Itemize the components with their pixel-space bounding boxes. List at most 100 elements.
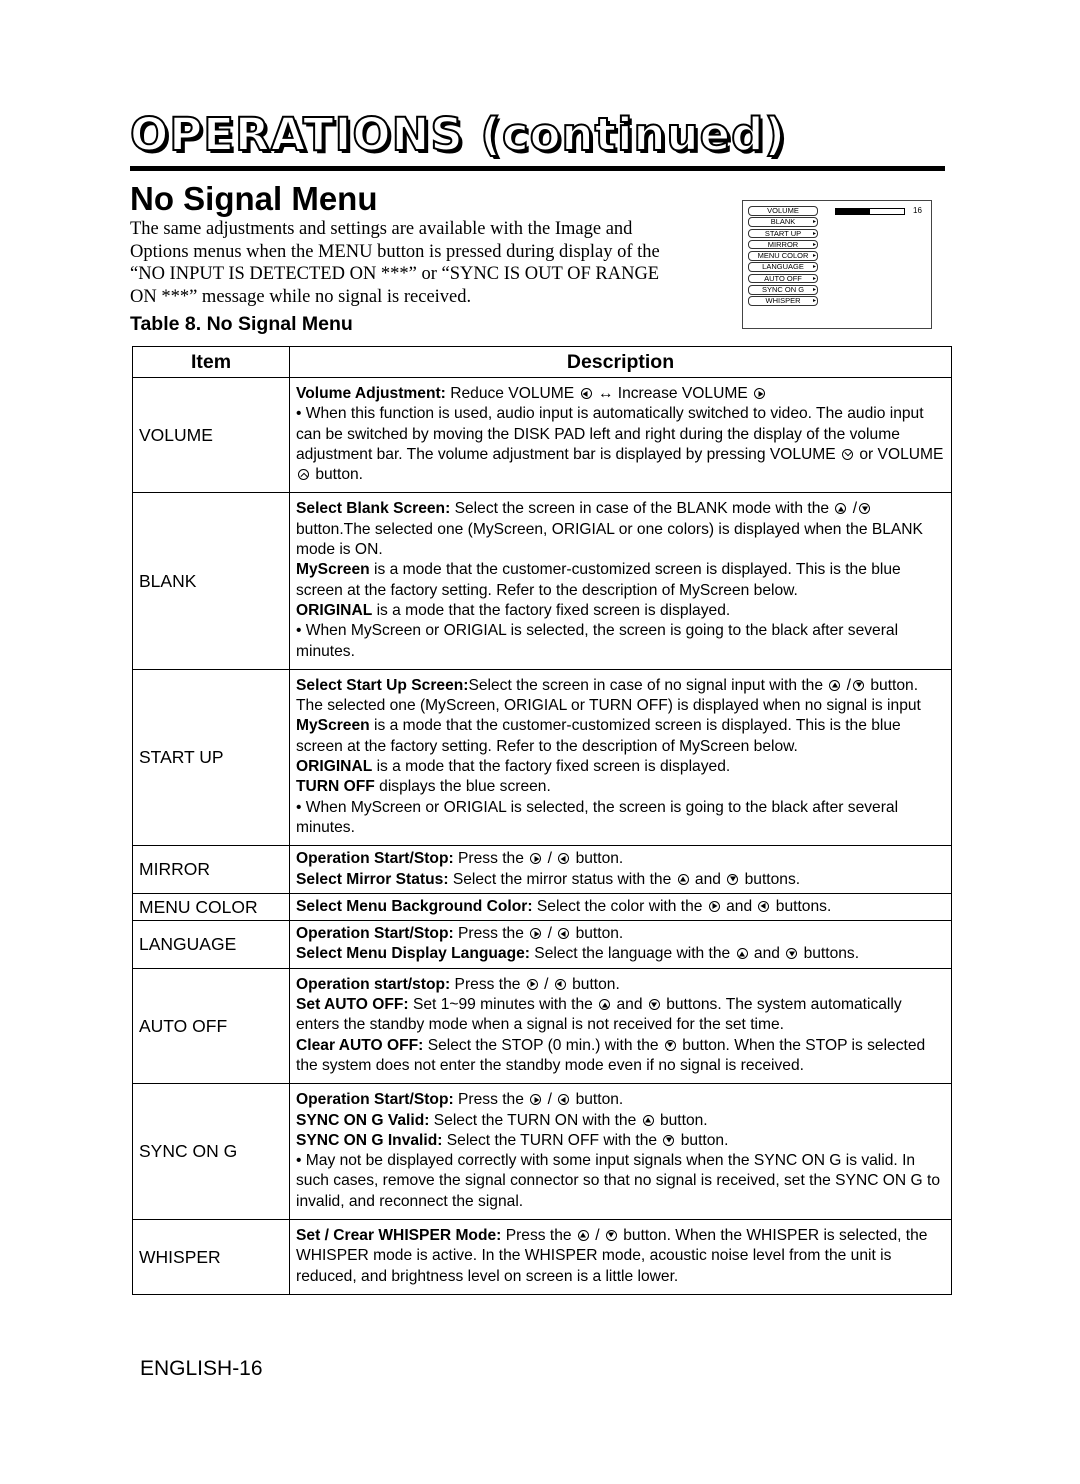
description-text: button. bbox=[567, 975, 620, 993]
intro-paragraph: The same adjustments and settings are av… bbox=[130, 218, 730, 309]
description-text: Press the bbox=[450, 975, 525, 993]
left-arrow-button-icon bbox=[558, 853, 570, 865]
no-signal-menu-table: Item Description VOLUME Volume Adjustment… bbox=[132, 346, 952, 1295]
menu-preview-item-label: MIRROR bbox=[767, 239, 799, 249]
table-row: VOLUME Volume Adjustment: Reduce VOLUME ↔… bbox=[132, 376, 952, 494]
description-cell: Volume Adjustment: Reduce VOLUME ↔ Incre… bbox=[289, 376, 952, 494]
description-text: buttons. bbox=[799, 945, 860, 963]
description-line: Select Blank Screen: Select the screen i… bbox=[296, 499, 947, 560]
menu-preview-item: MIRROR ▸ bbox=[748, 239, 818, 250]
menu-preview-item-label: LANGUAGE bbox=[762, 262, 804, 272]
description-text: • May not be displayed correctly with so… bbox=[296, 1152, 940, 1210]
right-arrow-button-icon bbox=[530, 1094, 542, 1106]
menu-preview-item-label: WHISPER bbox=[765, 296, 801, 306]
submenu-arrow-icon: ▸ bbox=[812, 298, 816, 305]
description-text: Press the bbox=[453, 850, 529, 868]
down-arrow-button-icon bbox=[786, 948, 798, 960]
description-label: SYNC ON G Invalid: bbox=[296, 1131, 443, 1149]
description-line: • When MyScreen or ORIGIAL is selected, … bbox=[296, 798, 947, 839]
description-cell: Operation Start/Stop: Press the / button… bbox=[289, 920, 952, 969]
table-row: MIRROR Operation Start/Stop: Press the / … bbox=[132, 845, 952, 894]
description-text: / bbox=[539, 975, 553, 993]
description-label: Operation Start/Stop: bbox=[296, 925, 454, 943]
down-arrow-button-icon bbox=[727, 873, 739, 885]
title-divider bbox=[130, 166, 945, 171]
description-line: Operation Start/Stop: Press the / button… bbox=[296, 924, 947, 944]
description-label: Select Menu Background Color: bbox=[296, 897, 533, 915]
description-text: ↔ Increase VOLUME bbox=[593, 385, 753, 402]
description-text: Select the mirror status with the bbox=[448, 870, 676, 888]
description-text: button. bbox=[311, 466, 364, 484]
description-text: Select the color with the bbox=[532, 897, 707, 915]
up-arrow-button-icon bbox=[599, 999, 611, 1011]
description-text: buttons. bbox=[740, 870, 801, 888]
description-text: Press the bbox=[501, 1226, 576, 1244]
menu-preview-item: AUTO OFF ▸ bbox=[748, 273, 818, 284]
description-line: Select Mirror Status: Select the mirror … bbox=[296, 870, 947, 890]
item-cell: VOLUME bbox=[132, 376, 290, 494]
submenu-arrow-icon: ▸ bbox=[812, 253, 816, 260]
description-text: is a mode that the factory fixed screen … bbox=[372, 758, 731, 776]
description-label: MyScreen bbox=[296, 717, 370, 735]
menu-preview-item: VOLUME bbox=[748, 206, 818, 216]
menu-preview-item-label: START UP bbox=[764, 228, 802, 238]
page-title: OPERATIONS (continued) bbox=[129, 107, 786, 162]
description-text: / bbox=[590, 1226, 604, 1244]
menu-preview-item-label: SYNC ON G bbox=[761, 284, 805, 294]
menu-preview-item: WHISPER ▸ bbox=[748, 296, 818, 306]
column-header-item: Item bbox=[132, 346, 290, 378]
description-line: TURN OFF displays the blue screen. bbox=[296, 777, 947, 797]
description-text: / bbox=[543, 925, 557, 943]
description-text: button. bbox=[571, 925, 624, 943]
volume-bar-fill bbox=[836, 209, 870, 214]
right-arrow-button-icon bbox=[530, 928, 542, 940]
item-cell: SYNC ON G bbox=[132, 1083, 290, 1220]
description-line: • May not be displayed correctly with so… bbox=[296, 1151, 947, 1212]
page-number: ENGLISH-16 bbox=[140, 1357, 263, 1380]
description-line: ORIGINAL is a mode that the factory fixe… bbox=[296, 757, 947, 777]
description-line: Select Menu Background Color: Select the… bbox=[296, 897, 947, 917]
description-line: Set AUTO OFF: Set 1~99 minutes with the … bbox=[296, 995, 947, 1036]
table-row: WHISPER Set / Crear WHISPER Mode: Press t… bbox=[132, 1218, 952, 1295]
right-arrow-button-icon bbox=[526, 978, 538, 990]
right-arrow-button-icon bbox=[708, 900, 720, 912]
description-label: ORIGINAL bbox=[296, 601, 373, 619]
description-text: • When MyScreen or ORIGIAL is selected, … bbox=[296, 622, 899, 660]
submenu-arrow-icon: ▸ bbox=[812, 219, 816, 226]
menu-preview-item-label: BLANK bbox=[770, 217, 796, 227]
volume-value: 16 bbox=[913, 206, 922, 215]
description-line: SYNC ON G Invalid: Select the TURN OFF w… bbox=[296, 1131, 947, 1151]
menu-preview-item: START UP ▸ bbox=[748, 228, 818, 239]
description-label: Select Blank Screen: bbox=[296, 500, 451, 518]
intro-line: Options menus when the MENU button is pr… bbox=[130, 241, 660, 262]
description-label: MyScreen bbox=[296, 561, 370, 579]
description-text: buttons. bbox=[771, 897, 832, 915]
description-text: and bbox=[749, 945, 785, 963]
volume-up-button-icon bbox=[298, 469, 309, 481]
description-text: / bbox=[543, 1091, 557, 1109]
description-label: Clear AUTO OFF: bbox=[296, 1036, 424, 1054]
down-arrow-button-icon bbox=[664, 1039, 676, 1051]
description-text: Select the STOP (0 min.) with the bbox=[423, 1036, 663, 1054]
description-text: • When this function is used, audio inpu… bbox=[296, 405, 924, 463]
menu-preview-item: BLANK ▸ bbox=[748, 217, 818, 227]
description-line: Operation start/stop: Press the / button… bbox=[296, 975, 947, 995]
left-arrow-button-icon bbox=[558, 928, 570, 940]
description-line: Operation Start/Stop: Press the / button… bbox=[296, 849, 947, 869]
table-row: SYNC ON G Operation Start/Stop: Press the… bbox=[132, 1083, 952, 1220]
down-arrow-button-icon bbox=[605, 1229, 617, 1241]
description-label: Set / Crear WHISPER Mode: bbox=[296, 1226, 502, 1244]
intro-line: The same adjustments and settings are av… bbox=[130, 219, 633, 239]
volume-bar bbox=[835, 208, 905, 215]
left-arrow-button-icon bbox=[758, 900, 770, 912]
menu-preview-illustration: VOLUME BLANK ▸ START UP ▸ MIRROR ▸ MENU COLOR ▸ L… bbox=[742, 200, 932, 329]
description-text: button. bbox=[571, 850, 624, 868]
description-label: SYNC ON G Valid: bbox=[296, 1111, 430, 1129]
menu-preview-item-label: MENU COLOR bbox=[757, 251, 809, 261]
description-text: button.The selected one (MyScreen, ORIGI… bbox=[296, 520, 923, 559]
description-line: SYNC ON G Valid: Select the TURN ON with… bbox=[296, 1111, 947, 1131]
up-arrow-button-icon bbox=[677, 873, 689, 885]
description-label: Set AUTO OFF: bbox=[296, 996, 409, 1014]
description-label: ORIGINAL bbox=[296, 758, 373, 776]
menu-preview-items: VOLUME BLANK ▸ START UP ▸ MIRROR ▸ MENU COLOR ▸ L… bbox=[748, 206, 818, 308]
